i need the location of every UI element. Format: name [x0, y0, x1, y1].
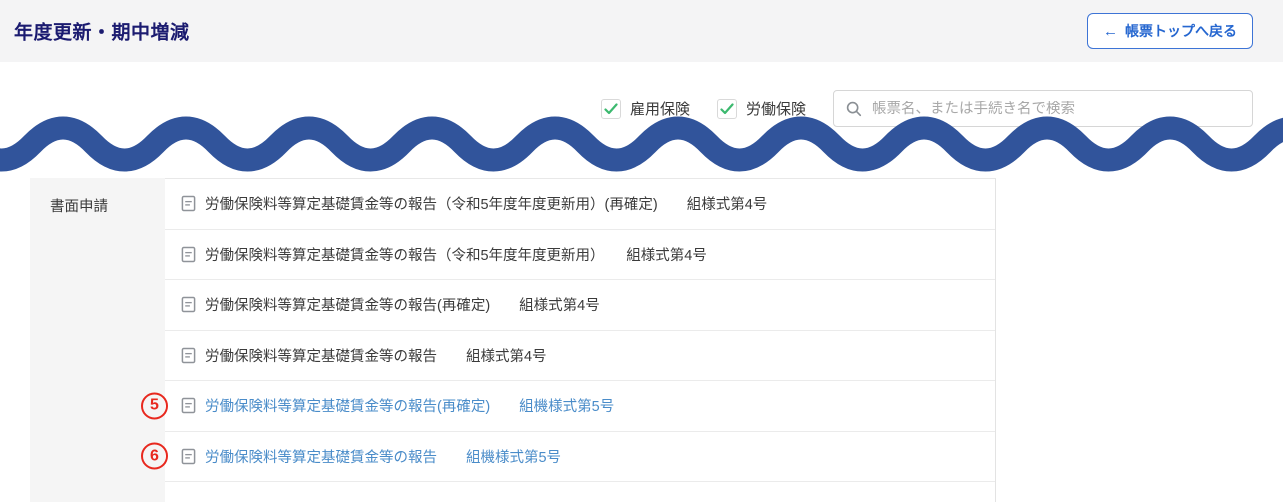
checkbox-label[interactable]: 雇用保険 [630, 98, 690, 119]
annotation-circle-6: 6 [141, 442, 168, 470]
document-icon [181, 296, 196, 313]
form-row[interactable]: 労働保険料等算定基礎賃金等の報告（令和5年度年度更新用）(再確定) 組様式第4号 [165, 179, 995, 230]
document-icon [181, 448, 196, 465]
form-row[interactable]: 労働保険料等算定基礎賃金等の報告 組様式第4号 [165, 331, 995, 381]
form-rows: 労働保険料等算定基礎賃金等の報告（令和5年度年度更新用）(再確定) 組様式第4号… [141, 178, 996, 502]
left-arrow-icon: ← [1103, 22, 1118, 40]
annotation-circle-5: 5 [141, 392, 168, 420]
form-row[interactable]: 労働保険料等算定基礎賃金等の報告（令和5年度年度更新用） 組様式第4号 [165, 230, 995, 280]
search-box[interactable] [833, 90, 1253, 127]
form-row-label[interactable]: 労働保険料等算定基礎賃金等の報告(再確定) 組機様式第5号 [205, 395, 614, 416]
checkbox-box[interactable] [600, 98, 621, 119]
wave-path [0, 116, 1283, 172]
form-row-link[interactable]: 6 労働保険料等算定基礎賃金等の報告 組機様式第5号 [141, 432, 995, 482]
form-row-label[interactable]: 労働保険料等算定基礎賃金等の報告（令和5年度年度更新用） 組様式第4号 [205, 244, 707, 265]
form-row-label[interactable]: 労働保険料等算定基礎賃金等の報告（令和5年度年度更新用）(再確定) 組様式第4号 [205, 193, 767, 214]
document-icon [181, 347, 196, 364]
page-title: 年度更新・期中増減 [14, 22, 190, 44]
document-icon [181, 397, 196, 414]
checkbox-label[interactable]: 労働保険 [746, 98, 806, 119]
forms-table: 書面申請 労働保険料等算定基礎賃金等の報告（令和5年度年度更新用）(再確定) 組… [30, 178, 996, 502]
form-row[interactable]: 労働保険料等算定基礎賃金等の報告(再確定) 組様式第4号 [165, 280, 995, 331]
checkbox-employment-insurance[interactable]: 雇用保険 [600, 98, 690, 119]
document-icon [181, 246, 196, 263]
check-icon [720, 102, 734, 114]
form-row-partial [165, 482, 995, 502]
page: 年度更新・期中増減 ← 帳票トップへ戻る 雇用保険 労働保険 帳票名、または手続… [0, 0, 1283, 502]
document-icon [181, 195, 196, 212]
checkbox-labor-insurance[interactable]: 労働保険 [716, 98, 806, 119]
search-input[interactable] [872, 100, 1241, 117]
filter-bar: 雇用保険 労働保険 [600, 90, 1253, 127]
back-button-label: 帳票トップへ戻る [1125, 23, 1237, 39]
form-row-label[interactable]: 労働保険料等算定基礎賃金等の報告(再確定) 組様式第4号 [205, 294, 600, 315]
checkbox-box[interactable] [716, 98, 737, 119]
page-header: 年度更新・期中増減 ← 帳票トップへ戻る [0, 0, 1283, 62]
form-row-link[interactable]: 5 労働保険料等算定基礎賃金等の報告(再確定) 組機様式第5号 [141, 381, 995, 432]
check-icon [604, 102, 618, 114]
form-row-label[interactable]: 労働保険料等算定基礎賃金等の報告 組様式第4号 [205, 345, 547, 366]
form-row-label[interactable]: 労働保険料等算定基礎賃金等の報告 組機様式第5号 [205, 446, 561, 467]
back-to-forms-top-button[interactable]: ← 帳票トップへ戻る [1087, 13, 1253, 49]
search-icon [846, 101, 862, 116]
